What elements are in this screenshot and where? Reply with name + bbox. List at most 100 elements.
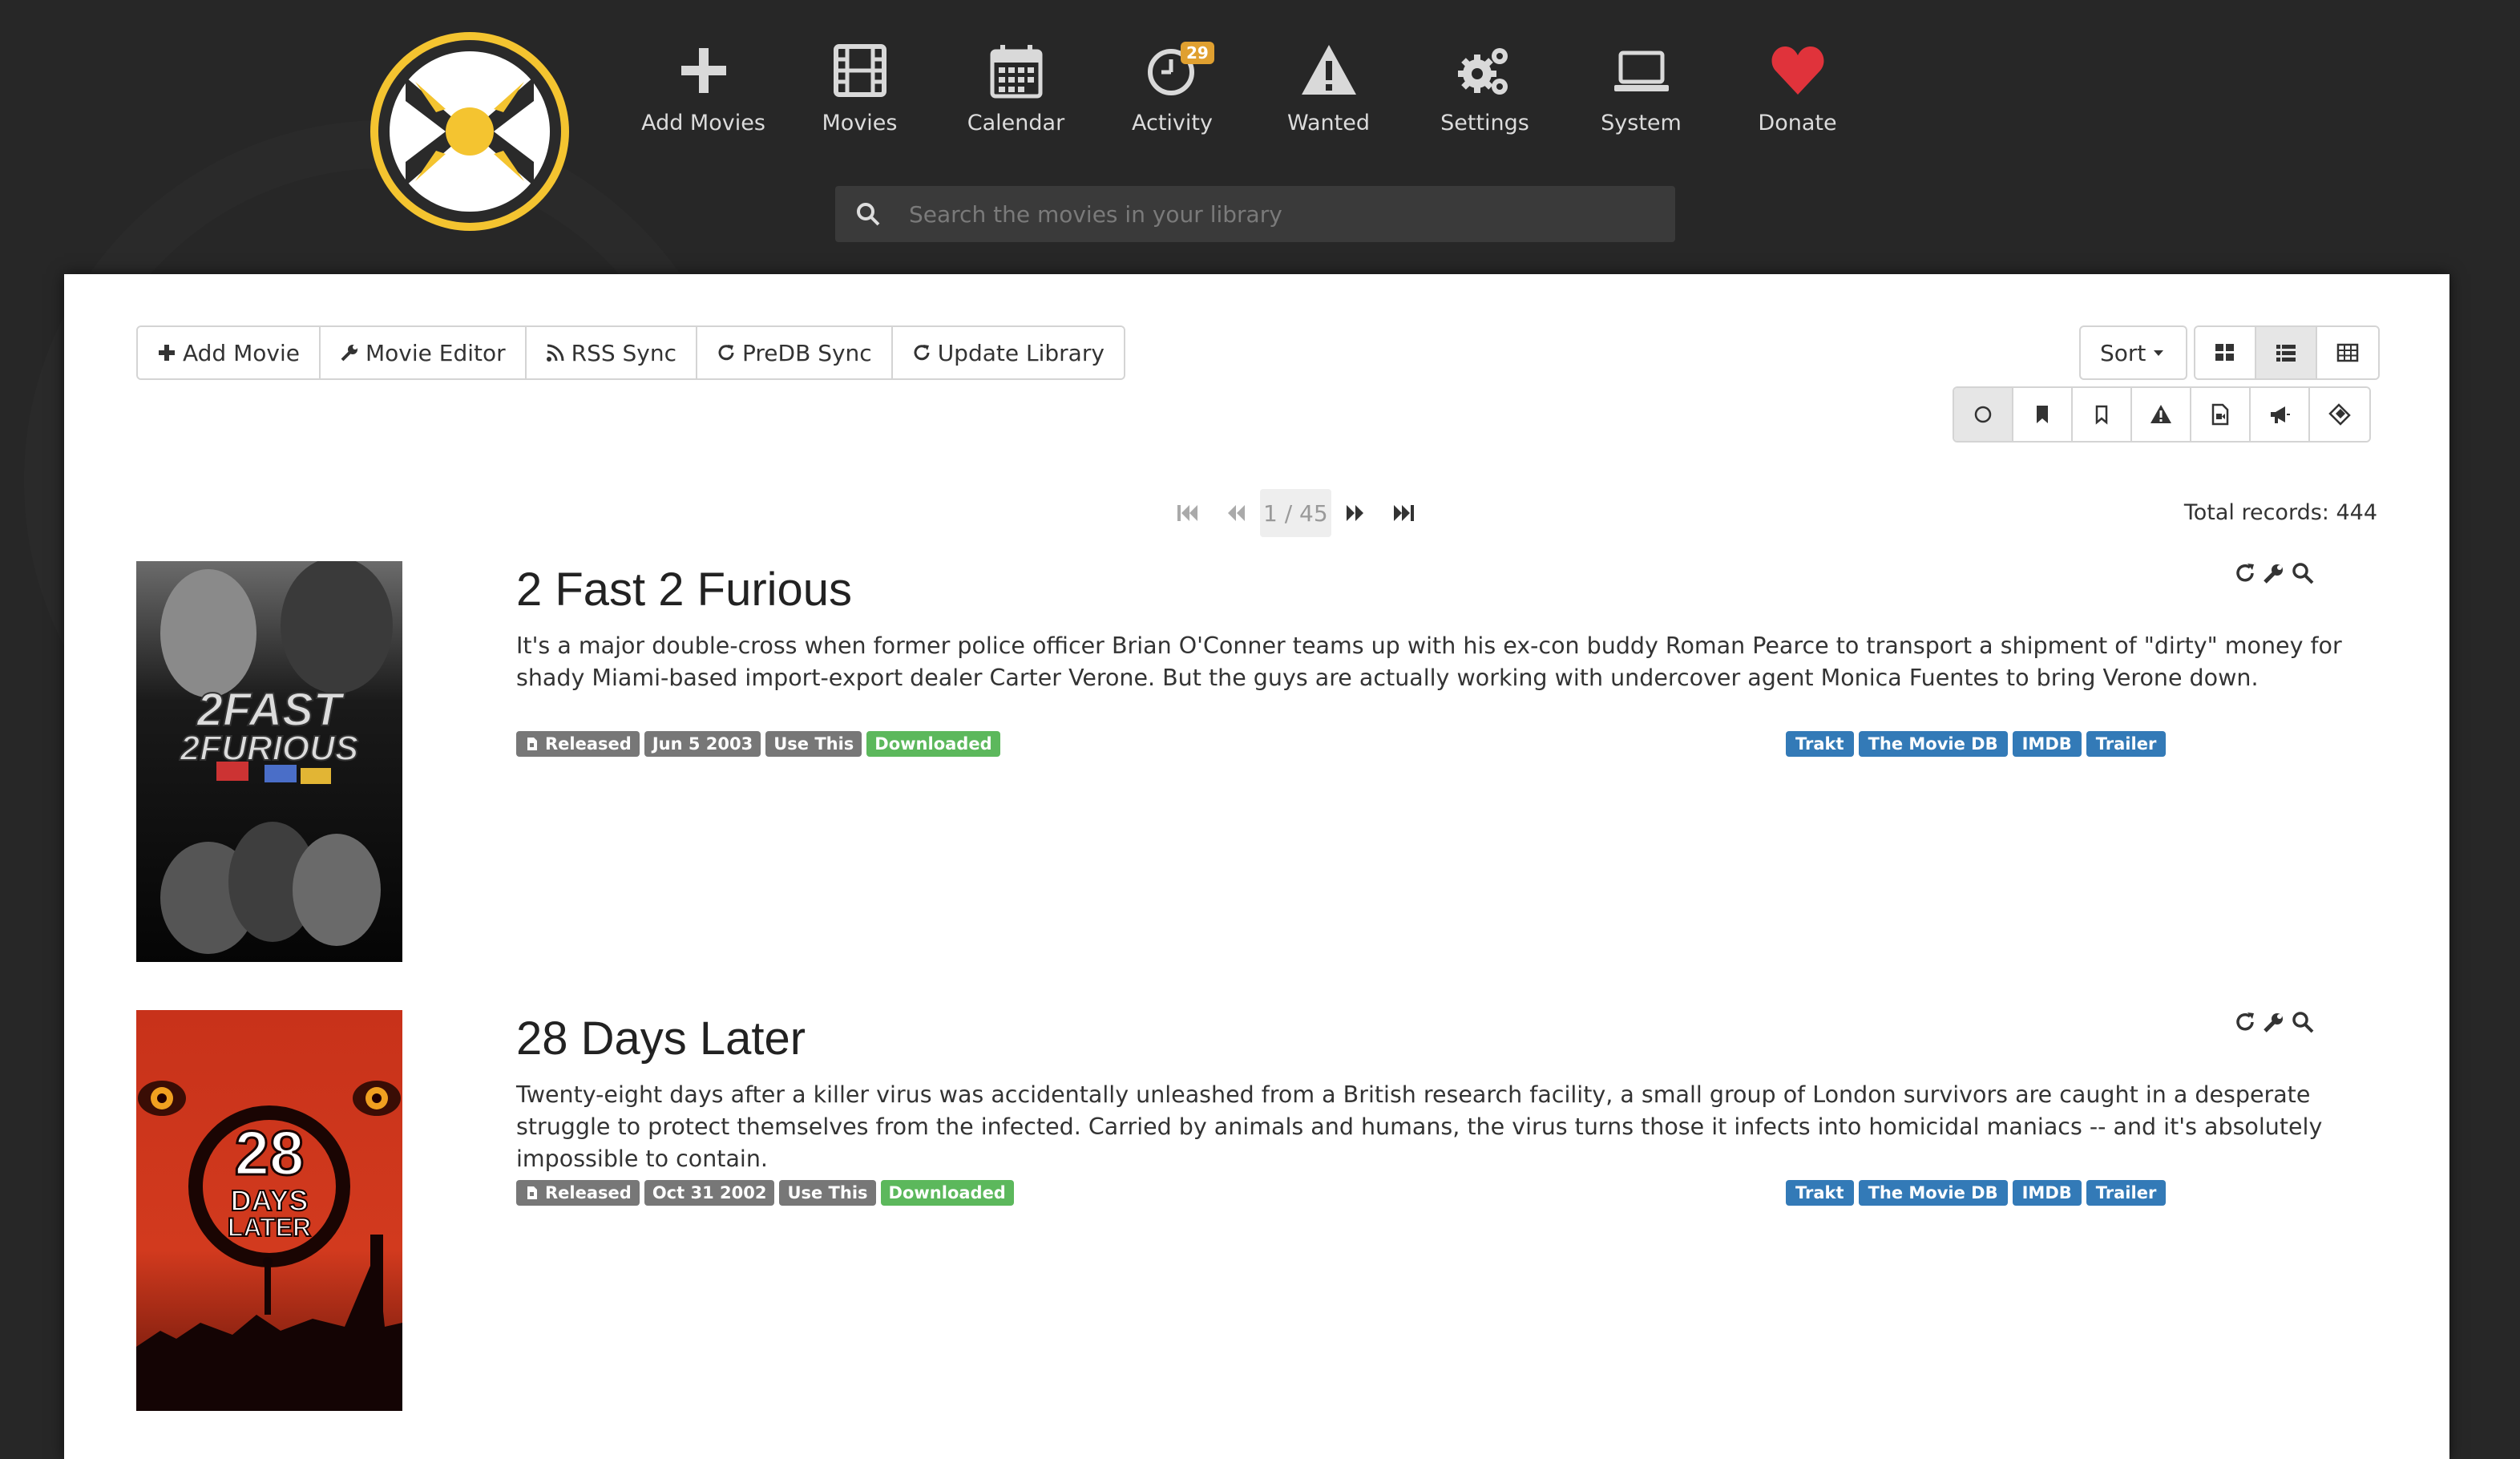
- filter-unmonitored-button[interactable]: [2073, 388, 2132, 441]
- nav-label: Wanted: [1287, 111, 1370, 135]
- refresh-icon: [718, 345, 734, 361]
- sort-button[interactable]: Sort: [2081, 327, 2186, 378]
- filter-announced-button[interactable]: [2251, 388, 2310, 441]
- last-page-button[interactable]: [1379, 489, 1428, 537]
- warning-icon: [2150, 405, 2171, 423]
- status-text: Released: [545, 734, 632, 754]
- search-input[interactable]: [882, 186, 1675, 242]
- nav-settings[interactable]: Settings: [1407, 40, 1563, 144]
- edit-movie-button[interactable]: [2262, 561, 2288, 587]
- nav-movies[interactable]: Movies: [781, 40, 938, 144]
- file-video-icon: [527, 738, 537, 750]
- movie-actions: [2233, 561, 2316, 587]
- nav-system[interactable]: System: [1563, 40, 1719, 144]
- search-icon: [857, 203, 880, 226]
- filter-released-button[interactable]: [2191, 388, 2251, 441]
- previous-page-button[interactable]: [1212, 489, 1260, 537]
- search-movie-button[interactable]: [2291, 561, 2316, 587]
- update-library-button[interactable]: Update Library: [892, 327, 1124, 378]
- refresh-movie-button[interactable]: [2233, 561, 2259, 587]
- rss-sync-button[interactable]: RSS Sync: [526, 327, 698, 378]
- nav-add-movies[interactable]: Add Movies: [625, 40, 781, 144]
- view-controls: Sort: [2079, 325, 2381, 380]
- nav-wanted[interactable]: Wanted: [1250, 40, 1407, 144]
- warning-icon: [1298, 40, 1359, 101]
- status-badge: Released: [516, 731, 640, 757]
- add-movie-label: Add Movie: [183, 339, 300, 366]
- poster-title-text: 28: [235, 1117, 305, 1188]
- table-icon: [2337, 343, 2359, 362]
- filter-cinemas-button[interactable]: [2310, 388, 2369, 441]
- laptop-icon: [1611, 40, 1672, 101]
- nav-label: Calendar: [967, 111, 1065, 135]
- movie-title[interactable]: 28 Days Later: [516, 1012, 806, 1065]
- circle-icon: [1974, 406, 1992, 423]
- plus-icon: [159, 345, 175, 361]
- nav-label: Activity: [1132, 111, 1213, 135]
- next-page-button[interactable]: [1331, 489, 1379, 537]
- first-page-button[interactable]: [1164, 489, 1212, 537]
- last-page-icon: [1393, 505, 1414, 521]
- nav-label: Donate: [1758, 111, 1837, 135]
- sort-label: Sort: [2100, 339, 2146, 366]
- pagination: 1 / 45: [1164, 489, 1428, 537]
- view-mode-group: [2194, 325, 2381, 380]
- trailer-link[interactable]: Trailer: [2086, 1180, 2167, 1206]
- rss-sync-label: RSS Sync: [571, 339, 677, 366]
- bookmark-outline-icon: [2095, 405, 2108, 425]
- trakt-link[interactable]: Trakt: [1786, 731, 1854, 757]
- imdb-link[interactable]: IMDB: [2012, 731, 2082, 757]
- predb-sync-button[interactable]: PreDB Sync: [697, 327, 893, 378]
- poster-title-text: DAYS: [231, 1184, 309, 1217]
- view-posters-button[interactable]: [2195, 327, 2257, 378]
- action-toolbar: Add Movie Movie Editor RSS Sync PreDB Sy…: [136, 325, 1125, 380]
- filter-group: [1953, 386, 2371, 443]
- tmdb-link[interactable]: The Movie DB: [1858, 1180, 2008, 1206]
- nav-donate[interactable]: Donate: [1719, 40, 1876, 144]
- movie-item: 2FAST 2FURIOUS 2 Fast 2 Furious It's a m…: [136, 561, 2377, 962]
- forward-icon: [1346, 505, 1363, 521]
- radarr-logo[interactable]: [365, 29, 574, 234]
- filter-missing-button[interactable]: [2132, 388, 2191, 441]
- movie-title[interactable]: 2 Fast 2 Furious: [516, 563, 852, 616]
- movie-poster[interactable]: 28 DAYS LATER: [136, 1010, 402, 1411]
- movie-poster[interactable]: 2FAST 2FURIOUS: [136, 561, 402, 962]
- grid-icon: [2215, 344, 2235, 361]
- wrench-icon: [341, 345, 357, 362]
- file-video-icon: [2211, 403, 2229, 426]
- backward-icon: [1228, 505, 1245, 521]
- update-library-label: Update Library: [937, 339, 1105, 366]
- search-icon: [2292, 1012, 2314, 1033]
- file-video-icon: [527, 1186, 537, 1199]
- filter-all-button[interactable]: [1954, 388, 2013, 441]
- movie-editor-button[interactable]: Movie Editor: [320, 327, 527, 378]
- activity-count-badge: 29: [1181, 42, 1214, 64]
- tmdb-link[interactable]: The Movie DB: [1858, 731, 2008, 757]
- edit-movie-button[interactable]: [2262, 1010, 2288, 1036]
- caret-down-icon: [2154, 350, 2164, 356]
- refresh-movie-button[interactable]: [2233, 1010, 2259, 1036]
- list-icon: [2276, 345, 2296, 362]
- trakt-link[interactable]: Trakt: [1786, 1180, 1854, 1206]
- view-overview-button[interactable]: [2256, 327, 2318, 378]
- add-movie-button[interactable]: Add Movie: [138, 327, 321, 378]
- movie-item: 28 DAYS LATER 28 Days Later Twenty-eight…: [136, 1010, 2377, 1411]
- filter-monitored-button[interactable]: [2013, 388, 2073, 441]
- sort-dropdown[interactable]: Sort: [2079, 325, 2188, 380]
- search-movie-button[interactable]: [2291, 1010, 2316, 1036]
- library-search: [835, 186, 1675, 242]
- nav-activity[interactable]: 29 Activity: [1094, 40, 1250, 144]
- release-date-badge: Jun 5 2003: [644, 731, 761, 757]
- nav-label: Movies: [822, 111, 898, 135]
- downloaded-badge: Downloaded: [880, 1180, 1014, 1206]
- status-text: Released: [545, 1183, 632, 1202]
- downloaded-badge: Downloaded: [866, 731, 1000, 757]
- main-nav: Add Movies Movies Calendar 29 Activity W…: [625, 40, 1876, 144]
- heart-icon: [1767, 40, 1828, 101]
- nav-calendar[interactable]: Calendar: [938, 40, 1094, 144]
- imdb-link[interactable]: IMDB: [2012, 1180, 2082, 1206]
- first-page-icon: [1177, 505, 1197, 521]
- trailer-link[interactable]: Trailer: [2086, 731, 2167, 757]
- view-table-button[interactable]: [2317, 327, 2379, 378]
- bullhorn-icon: [2271, 406, 2290, 423]
